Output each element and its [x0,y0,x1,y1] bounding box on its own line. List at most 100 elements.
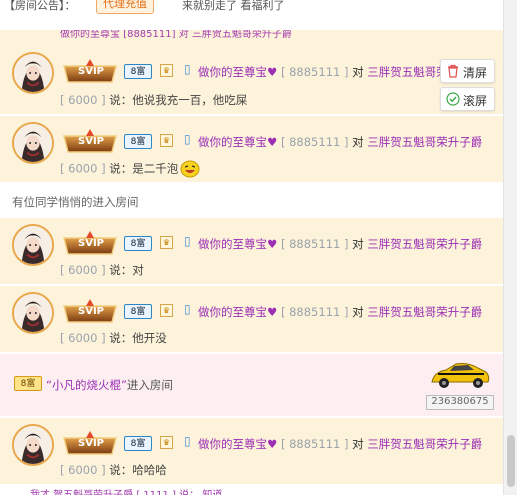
phone-icon: ▯ [184,234,191,248]
said-word: 说： [109,263,133,277]
medal-icon: ♛ [160,236,173,249]
sender-name[interactable]: 做你的至尊宝 [198,65,267,79]
scroll-screen-label: 滚屏 [463,94,488,108]
said-word: 说： [109,331,133,345]
announcement-label: 【房间公告】： [4,0,76,12]
sender-name[interactable]: 做你的至尊宝 [198,135,267,149]
agent-recharge-tag[interactable]: 代理充值 [96,0,154,14]
avatar[interactable] [12,52,54,94]
said-word: 说： [109,161,133,176]
scrollbar-thumb[interactable] [507,435,515,487]
vertical-scrollbar[interactable] [503,0,517,495]
message-body: [ 6000 ] 说：他说我充一百，他吃屎 [60,92,247,108]
heart-icon: ♥ [267,237,278,251]
heart-icon: ♥ [267,65,278,79]
message-uid: [ 6000 ] [60,263,106,277]
heart-icon: ♥ [267,305,278,319]
sender-id: [ 8885111 ] [280,237,349,251]
message-body: [ 6000 ] 说：他开没 [60,330,167,346]
entry-text: “小凡的烧火棍”进入房间 [46,377,173,393]
phone-icon: ▯ [184,132,191,146]
sender-id: [ 8885111 ] [280,305,349,319]
message-text: 他说我充一百，他吃屎 [132,93,248,107]
medal-icon: ♛ [160,64,173,77]
clear-screen-label: 清屏 [463,66,488,80]
avatar[interactable] [12,122,54,164]
svip-label: SVIP [78,438,104,449]
wealth-level-badge: 8富 [14,376,42,391]
message-header: 做你的至尊宝♥ [ 8885111 ] 对 三胖贺五魁哥荣升子爵 [198,304,482,320]
to-word: 对 [352,65,364,79]
previous-message-text: 做你的至尊宝 [8885111] 对 三胖贺五魁哥荣升子爵 [60,30,292,40]
scroll-screen-button[interactable]: 滚屏 [440,87,495,111]
message-uid: [ 6000 ] [60,93,106,107]
next-message-text: 我才 贺五魁哥荣升子爵 [ 1111 ] 说： 知道 [30,486,222,495]
message-uid: [ 6000 ] [60,463,106,477]
avatar[interactable] [12,424,54,466]
message-body: [ 6000 ] 说：是二千泡 [60,160,200,178]
message-body: [ 6000 ] 说：哈哈哈 [60,462,167,478]
previous-message-tail: 做你的至尊宝 [8885111] 对 三胖贺五魁哥荣升子爵 [0,30,503,42]
sports-car-icon [431,363,490,388]
medal-icon: ♛ [160,436,173,449]
svip-label: SVIP [78,66,104,77]
trash-icon [448,64,458,78]
system-notice: 有位同学悄悄的进入房间 [12,195,139,209]
message-uid: [ 6000 ] [60,161,106,176]
avatar[interactable] [12,224,54,266]
message-body: [ 6000 ] 说：对 [60,262,144,278]
next-message-peek: 我才 贺五魁哥荣升子爵 [ 1111 ] 说： 知道 [0,486,503,495]
wealth-level-badge: 8富 [124,64,152,79]
message-text: 哈哈哈 [132,463,167,477]
laughing-emoji-icon [180,160,200,178]
sender-id: [ 8885111 ] [280,135,349,149]
sender-name[interactable]: 做你的至尊宝 [198,237,267,251]
car-id-label: 236380675 [426,395,494,410]
message-uid: [ 6000 ] [60,331,106,345]
wealth-level-badge: 8富 [124,436,152,451]
phone-icon: ▯ [184,62,191,76]
chat-message: SVIP 8富 ♛ ▯ 做你的至尊宝♥ [ 8885111 ] 对 三胖贺五魁哥… [0,286,503,352]
wealth-level-badge: 8富 [124,134,152,149]
clear-screen-button[interactable]: 清屏 [440,59,495,83]
sender-id: [ 8885111 ] [280,65,349,79]
message-text: 是二千泡 [132,161,179,176]
message-header: 做你的至尊宝♥ [ 8885111 ] 对 三胖贺五魁哥荣升子爵 [198,134,482,150]
svip-label: SVIP [78,136,104,147]
avatar[interactable] [12,292,54,334]
target-name[interactable]: 三胖贺五魁哥荣升子爵 [367,135,482,149]
to-word: 对 [352,237,364,251]
sender-id: [ 8885111 ] [280,437,349,451]
phone-icon: ▯ [184,302,191,316]
target-name[interactable]: 三胖贺五魁哥荣升子爵 [367,305,482,319]
wealth-level-badge: 8富 [124,304,152,319]
target-name[interactable]: 三胖贺五魁哥荣升子爵 [367,237,482,251]
chat-area[interactable]: 【房间公告】： 代理充值 来就别走了 看福利了 做你的至尊宝 [8885111]… [0,0,503,495]
chat-message: SVIP 8富 ♛ ▯ 做你的至尊宝♥ [ 8885111 ] 对 三胖贺五魁哥… [0,42,503,114]
to-word: 对 [352,135,364,149]
announcement-text: 来就别走了 看福利了 [182,0,285,12]
heart-icon: ♥ [267,437,278,451]
target-name[interactable]: 三胖贺五魁哥荣升子爵 [367,437,482,451]
said-word: 说： [109,463,133,477]
message-text: 对 [132,263,144,277]
message-text: 他开没 [132,331,167,345]
chat-message: SVIP 8富 ♛ ▯ 做你的至尊宝♥ [ 8885111 ] 对 三胖贺五魁哥… [0,116,503,182]
medal-icon: ♛ [160,134,173,147]
sender-name[interactable]: 做你的至尊宝 [198,305,267,319]
said-word: 说： [109,93,133,107]
svip-label: SVIP [78,306,104,317]
room-announcement: 【房间公告】： 代理充值 来就别走了 看福利了 [0,0,503,16]
entering-user-name[interactable]: “小凡的烧火棍” [46,378,127,392]
heart-icon: ♥ [267,135,278,149]
check-circle-icon [446,92,460,106]
svip-label: SVIP [78,238,104,249]
phone-icon: ▯ [184,434,191,448]
sender-name[interactable]: 做你的至尊宝 [198,437,267,451]
to-word: 对 [352,437,364,451]
message-header: 做你的至尊宝♥ [ 8885111 ] 对 三胖贺五魁哥荣升子爵 [198,236,482,252]
entry-action: 进入房间 [126,378,173,392]
to-word: 对 [352,305,364,319]
message-header: 做你的至尊宝♥ [ 8885111 ] 对 三胖贺五魁哥荣升子爵 [198,436,482,452]
chat-message: SVIP 8富 ♛ ▯ 做你的至尊宝♥ [ 8885111 ] 对 三胖贺五魁哥… [0,418,503,484]
